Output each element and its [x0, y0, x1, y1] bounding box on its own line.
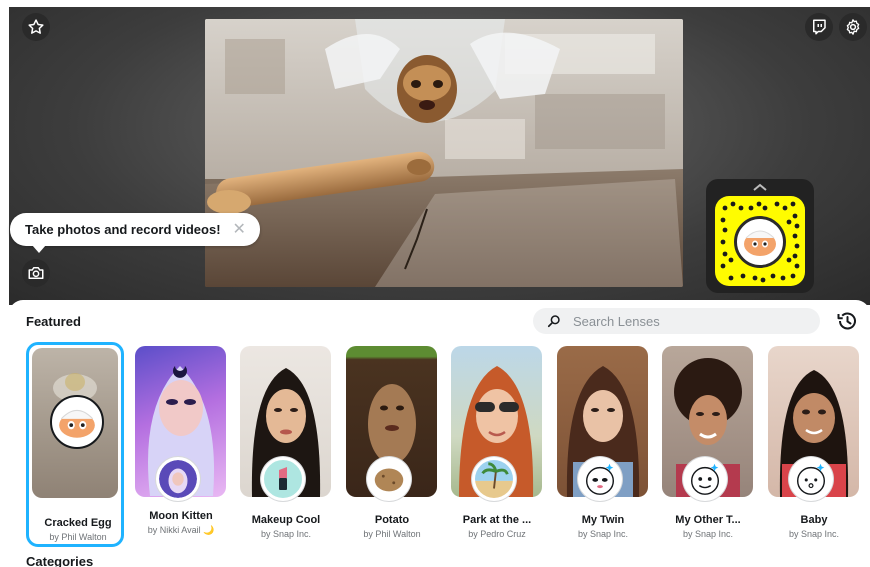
lens-card-cracked-egg[interactable]: Cracked Egg by Phil Walton — [26, 342, 124, 547]
lens-author: by Phil Walton — [49, 532, 107, 542]
settings-button[interactable] — [839, 13, 867, 41]
gear-icon — [846, 19, 860, 35]
lipstick-icon — [279, 467, 287, 490]
snapcode-card[interactable] — [706, 179, 814, 293]
preview-scene — [205, 19, 683, 287]
lens-author: by Snap Inc. — [260, 529, 312, 539]
lens-author: by Snap Inc. — [577, 529, 629, 539]
capture-tooltip: Take photos and record videos! ✕ — [10, 213, 260, 253]
lens-badge — [683, 457, 727, 501]
close-icon[interactable]: ✕ — [233, 221, 246, 238]
categories-title: Categories — [26, 554, 94, 567]
lens-badge — [50, 395, 104, 449]
lens-name: Cracked Egg — [44, 517, 112, 529]
featured-title: Featured — [26, 314, 81, 329]
twin-icon — [585, 463, 615, 495]
star-icon — [28, 19, 44, 34]
lens-name: My Other T... — [675, 514, 741, 526]
lens-author: by Snap Inc. — [788, 529, 840, 539]
lens-card-frame: Cracked Egg by Phil Walton — [26, 342, 124, 547]
potato-icon — [374, 468, 404, 492]
camera-preview — [205, 19, 683, 287]
egg-icon — [59, 409, 95, 438]
camera-stage — [9, 7, 870, 305]
twitch-button[interactable] — [805, 13, 833, 41]
lens-badge — [789, 457, 833, 501]
lens-name: My Twin — [581, 514, 625, 526]
history-icon[interactable] — [835, 309, 859, 333]
lens-card-makeup-cool[interactable]: Makeup Cool by Snap Inc. — [234, 342, 332, 547]
lens-badge — [578, 457, 622, 501]
twitch-icon — [813, 19, 826, 35]
lens-card-park[interactable]: Park at the ... by Pedro Cruz — [445, 342, 543, 547]
moon-kitten-icon — [159, 460, 197, 498]
lens-card-potato[interactable]: Potato by Phil Walton — [340, 342, 438, 547]
lens-author: by Snap Inc. — [682, 529, 734, 539]
chevron-up-icon[interactable] — [752, 182, 768, 192]
lens-author: by Pedro Cruz — [468, 529, 526, 539]
lens-card-moon-kitten[interactable]: Moon Kitten by Nikki Avail 🌙 — [129, 342, 227, 547]
egg-icon — [744, 230, 776, 256]
lens-badge — [472, 457, 516, 501]
tooltip-text: Take photos and record videos! — [25, 222, 221, 237]
lens-author: by Phil Walton — [363, 529, 421, 539]
search-icon — [547, 315, 560, 328]
lens-name: Moon Kitten — [149, 510, 213, 522]
favorite-button[interactable] — [22, 13, 50, 41]
beach-icon — [475, 460, 513, 498]
camera-icon — [28, 267, 44, 279]
snapcode — [715, 196, 805, 286]
baby-icon — [796, 463, 826, 495]
other-twin-icon — [690, 463, 720, 495]
lens-author: by Nikki Avail 🌙 — [147, 525, 215, 535]
lens-card-my-twin[interactable]: My Twin by Snap Inc. — [551, 342, 649, 547]
search-input[interactable] — [573, 313, 793, 329]
search-bar[interactable] — [533, 308, 820, 334]
lens-card-baby[interactable]: Baby by Snap Inc. — [762, 342, 860, 547]
lens-name: Potato — [374, 514, 410, 526]
capture-button[interactable] — [22, 259, 50, 287]
lens-badge — [367, 457, 411, 501]
snapcode-lens-icon — [734, 216, 786, 268]
lens-card-my-other-twin[interactable]: My Other T... by Snap Inc. — [656, 342, 754, 547]
lens-name: Park at the ... — [462, 514, 532, 526]
lens-panel: Featured Search Lenses Cracked Egg by Ph… — [9, 300, 870, 567]
lens-badge — [261, 457, 305, 501]
lens-name: Baby — [800, 514, 828, 526]
lens-name: Makeup Cool — [251, 514, 321, 526]
lens-badge — [156, 457, 200, 501]
